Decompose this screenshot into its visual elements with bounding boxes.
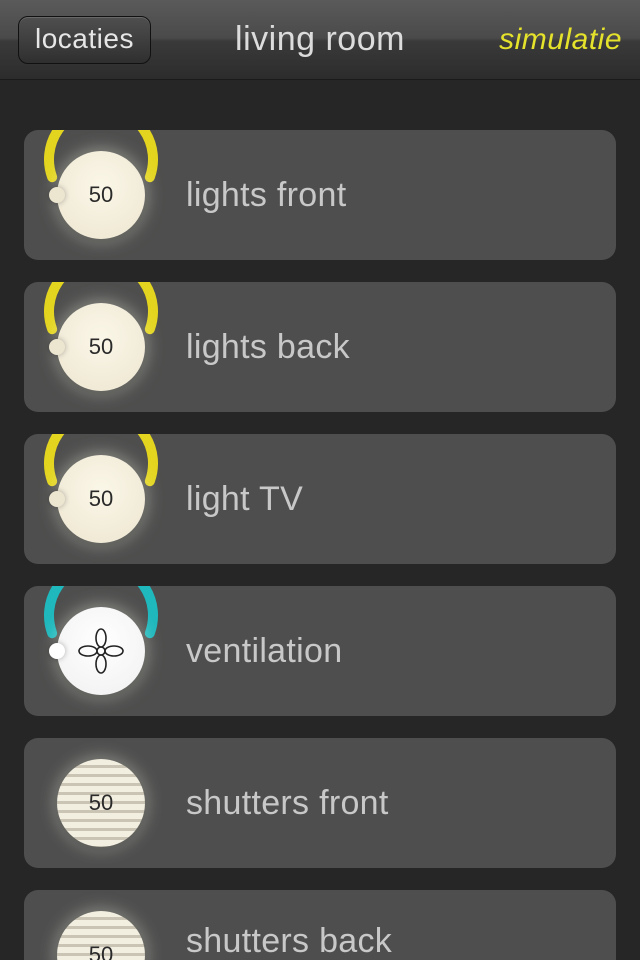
dial-value: 50 xyxy=(89,790,113,816)
device-row-shutters-front[interactable]: 50 shutters front xyxy=(24,738,616,868)
dial-knob[interactable]: 50 xyxy=(57,911,145,960)
dial-ventilation[interactable] xyxy=(36,586,166,716)
dial-knob[interactable]: 50 xyxy=(57,303,145,391)
device-list: 50lights front 50lights back 50light TV … xyxy=(0,80,640,960)
device-label: light TV xyxy=(186,480,303,519)
device-row-shutters-back[interactable]: 50 shutters back xyxy=(24,890,616,960)
dial-pointer xyxy=(49,187,65,203)
page-title: living room xyxy=(235,20,405,59)
device-row-ventilation[interactable]: ventilation xyxy=(24,586,616,716)
dial-knob[interactable] xyxy=(57,607,145,695)
device-row-lights-back[interactable]: 50 lights back xyxy=(24,282,616,412)
dial-value: 50 xyxy=(89,334,113,360)
dial-pointer xyxy=(49,339,65,355)
device-label: shutters front xyxy=(186,784,389,823)
header-bar: locaties living room simulatie xyxy=(0,0,640,80)
dial-lights-front[interactable]: 50 xyxy=(36,130,166,260)
dial-value: 50 xyxy=(89,486,113,512)
dial-knob[interactable]: 50 xyxy=(57,759,145,847)
back-button[interactable]: locaties xyxy=(18,16,151,64)
device-label: lights back xyxy=(186,328,350,367)
simulation-label: simulatie xyxy=(499,23,622,57)
dial-value: 50 xyxy=(89,942,113,960)
fan-icon xyxy=(76,626,126,676)
device-label: ventilation xyxy=(186,632,342,671)
dial-light-tv[interactable]: 50 xyxy=(36,434,166,564)
dial-value: 50 xyxy=(89,182,113,208)
dial-pointer xyxy=(49,491,65,507)
device-label: lights front xyxy=(186,176,346,215)
dial-lights-back[interactable]: 50 xyxy=(36,282,166,412)
dial-shutters-back[interactable]: 50 xyxy=(36,890,166,960)
device-row-light-tv[interactable]: 50 light TV xyxy=(24,434,616,564)
dial-pointer xyxy=(49,643,65,659)
dial-knob[interactable]: 50 xyxy=(57,151,145,239)
device-row-lights-front[interactable]: 50 lights front xyxy=(24,130,616,260)
dial-knob[interactable]: 50 xyxy=(57,455,145,543)
dial-shutters-front[interactable]: 50 xyxy=(36,738,166,868)
device-label: shutters back xyxy=(186,922,392,960)
